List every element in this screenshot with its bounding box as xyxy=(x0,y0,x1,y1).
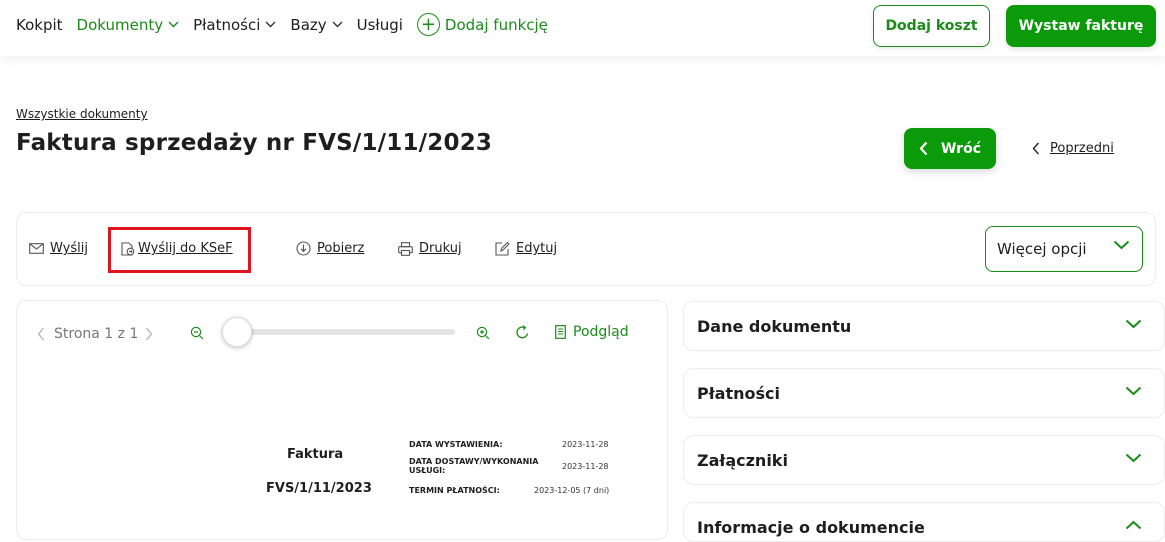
edit-icon xyxy=(495,241,510,256)
nav-item-label: Bazy xyxy=(290,15,327,34)
nav-item-uslugi[interactable]: Usługi xyxy=(357,16,403,34)
add-function-label: Dodaj funkcję xyxy=(444,15,548,34)
nav-item-label: Kokpit xyxy=(16,15,63,34)
document-icon xyxy=(555,325,566,339)
chevron-down-icon xyxy=(265,21,276,28)
page-indicator: Strona 1 z 1 xyxy=(54,326,139,342)
payment-term-value: 2023-12-05 (7 dni) xyxy=(534,486,610,495)
document-preview: Strona 1 z 1 Podgląd Faktura FVS/1/11/20… xyxy=(16,300,668,540)
send-button[interactable]: Wyślij xyxy=(29,241,88,256)
nav-item-bazy[interactable]: Bazy xyxy=(290,15,343,34)
nav-item-platnosci[interactable]: Płatności xyxy=(193,16,276,34)
chevron-down-icon xyxy=(1113,240,1130,250)
panel-document-info[interactable]: Informacje o dokumencie xyxy=(683,502,1165,542)
top-navigation-bar: Kokpit Dokumenty Płatności Bazy Usługi +… xyxy=(0,0,1165,56)
previous-link[interactable]: Poprzedni xyxy=(1032,141,1114,156)
print-label: Drukuj xyxy=(419,241,462,256)
plus-circle-icon: + xyxy=(416,13,440,36)
edit-button[interactable]: Edytuj xyxy=(495,241,557,256)
preview-button[interactable]: Podgląd xyxy=(555,324,629,340)
chevron-up-icon xyxy=(1125,520,1142,530)
panel-title: Informacje o dokumencie xyxy=(697,518,925,537)
nav-item-label: Płatności xyxy=(193,15,261,34)
add-cost-button[interactable]: Dodaj koszt xyxy=(873,5,990,47)
download-button[interactable]: Pobierz xyxy=(296,241,364,256)
zoom-slider-track[interactable] xyxy=(235,329,455,335)
issue-invoice-button[interactable]: Wystaw fakturę xyxy=(1006,5,1156,47)
pager: Strona 1 z 1 xyxy=(37,326,153,342)
chevron-left-icon xyxy=(1032,142,1040,155)
payment-term-label: TERMIN PŁATNOŚCI: xyxy=(409,486,500,495)
preview-label: Podgląd xyxy=(573,324,629,340)
delivery-date-label-line: DATA DOSTAWY/WYKONANIA xyxy=(409,457,539,466)
rotate-icon[interactable] xyxy=(515,325,530,340)
nav-item-label: Dokumenty xyxy=(76,15,164,34)
back-button-label: Wróć xyxy=(940,140,982,157)
nav-item-dokumenty[interactable]: Dokumenty xyxy=(77,16,180,34)
send-label: Wyślij xyxy=(50,241,88,256)
chevron-down-icon xyxy=(1125,386,1142,396)
back-button[interactable]: Wróć xyxy=(904,128,996,169)
delivery-date-label: DATA DOSTAWY/WYKONANIA USŁUGI: xyxy=(409,457,538,475)
issue-date-value: 2023-11-28 xyxy=(562,440,609,449)
chevron-down-icon xyxy=(168,21,179,28)
document-actions-bar: Wyślij Wyślij do KSeF Pobierz Drukuj Edy… xyxy=(16,212,1156,286)
panel-attachments[interactable]: Załączniki xyxy=(683,435,1165,485)
download-icon xyxy=(296,241,311,256)
more-options-select[interactable]: Więcej opcji xyxy=(985,226,1143,272)
main-nav: Kokpit Dokumenty Płatności Bazy Usługi +… xyxy=(16,13,548,36)
chevron-down-icon xyxy=(1125,453,1142,463)
invoice-title: Faktura xyxy=(287,447,344,462)
panel-title: Płatności xyxy=(697,384,780,403)
print-button[interactable]: Drukuj xyxy=(398,241,462,256)
delivery-date-value: 2023-11-28 xyxy=(562,462,609,471)
panel-title: Dane dokumentu xyxy=(697,317,852,336)
breadcrumb[interactable]: Wszystkie dokumenty xyxy=(16,107,148,121)
nav-item-kokpit[interactable]: Kokpit xyxy=(16,16,63,34)
send-ksef-button[interactable]: Wyślij do KSeF xyxy=(121,241,233,256)
more-options-label: Więcej opcji xyxy=(997,240,1087,258)
document-send-icon xyxy=(121,241,135,256)
page-title: Faktura sprzedaży nr FVS/1/11/2023 xyxy=(16,130,493,156)
previous-link-label: Poprzedni xyxy=(1050,141,1114,156)
edit-label: Edytuj xyxy=(516,241,558,256)
zoom-out-icon[interactable] xyxy=(190,326,204,340)
chevron-down-icon xyxy=(332,21,343,28)
chevron-left-icon[interactable] xyxy=(37,327,45,341)
issue-date-label: DATA WYSTAWIENIA: xyxy=(409,440,503,449)
download-label: Pobierz xyxy=(317,241,365,256)
zoom-slider-handle[interactable] xyxy=(222,317,252,347)
chevron-left-icon xyxy=(919,141,928,156)
delivery-date-label-line: USŁUGI: xyxy=(409,466,446,475)
panel-document-data[interactable]: Dane dokumentu xyxy=(683,301,1165,351)
envelope-icon xyxy=(29,243,44,254)
invoice-number: FVS/1/11/2023 xyxy=(266,481,372,496)
panel-title: Załączniki xyxy=(697,451,788,470)
panel-payments[interactable]: Płatności xyxy=(683,368,1165,418)
chevron-right-icon[interactable] xyxy=(145,327,153,341)
chevron-down-icon xyxy=(1125,319,1142,329)
printer-icon xyxy=(398,241,413,256)
add-function-button[interactable]: + Dodaj funkcję xyxy=(416,13,548,36)
zoom-in-icon[interactable] xyxy=(476,326,490,340)
send-ksef-label: Wyślij do KSeF xyxy=(138,241,233,256)
nav-item-label: Usługi xyxy=(356,15,403,34)
